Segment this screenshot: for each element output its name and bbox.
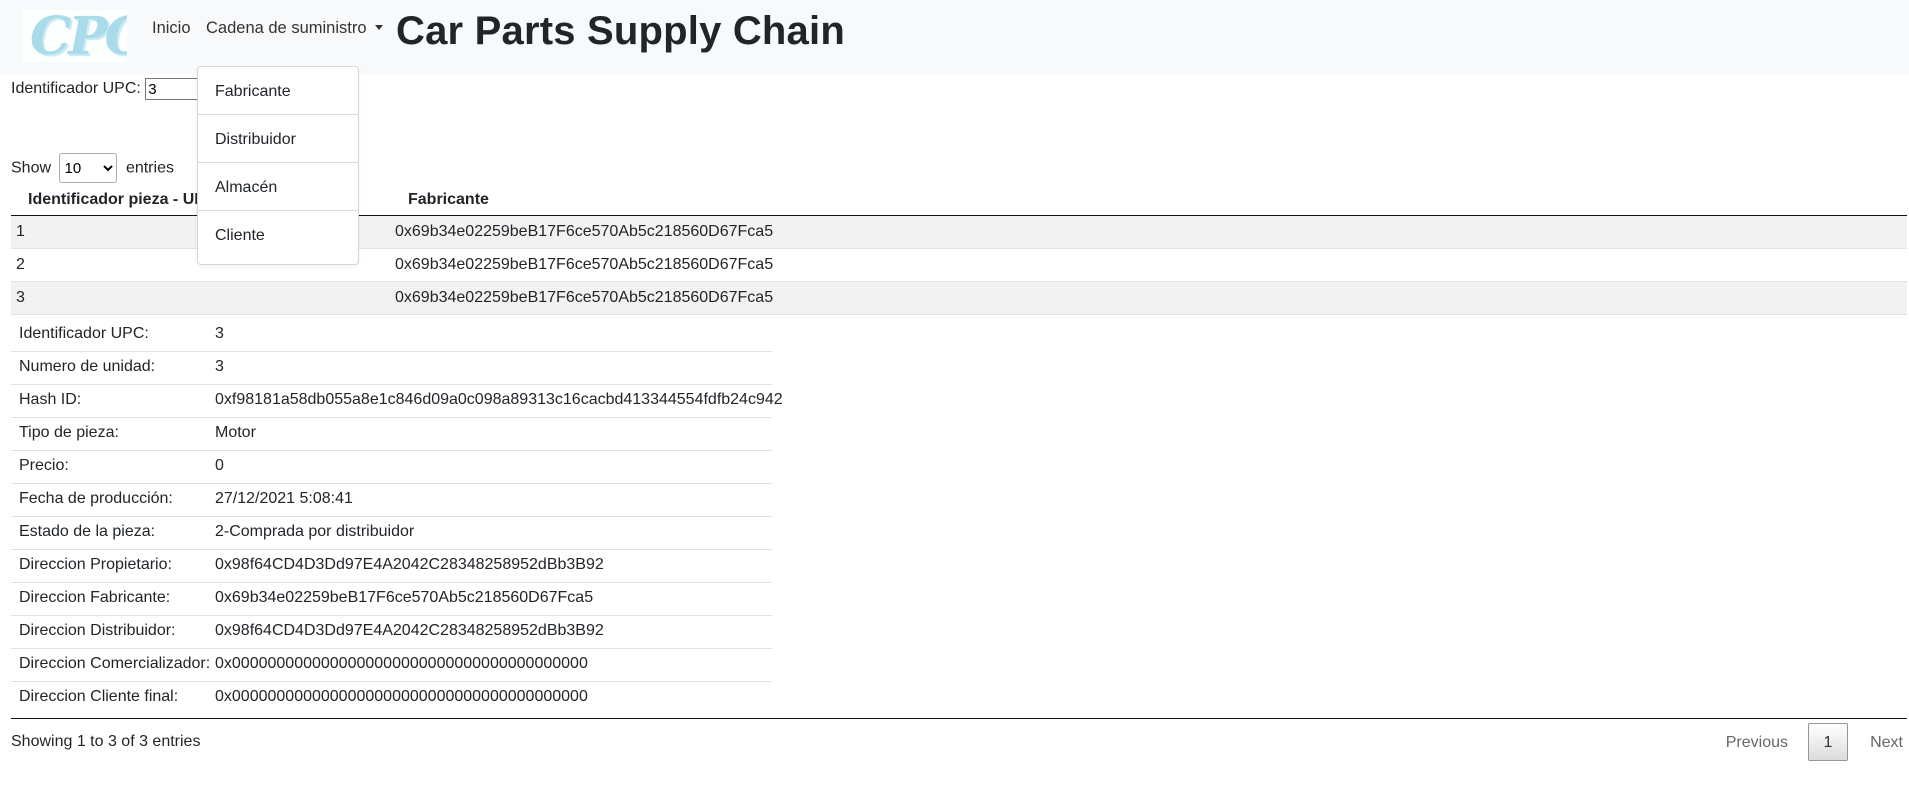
detail-value: 0x98f64CD4D3Dd97E4A2042C28348258952dBb3B…: [215, 622, 604, 639]
navbar: CPC Inicio Cadena de suministro Car Part…: [0, 0, 1909, 74]
table-bottom-border: [11, 718, 1907, 719]
column-header-fabricante[interactable]: Fabricante: [408, 191, 489, 209]
dropdown-item-fabricante[interactable]: Fabricante: [198, 67, 358, 115]
part-details: Identificador UPC: 3 Numero de unidad: 3 H…: [11, 319, 783, 714]
detail-label: Precio:: [19, 457, 69, 474]
detail-label: Fecha de producción:: [19, 490, 173, 507]
detail-label: Direccion Comercializador:: [19, 655, 211, 672]
detail-label: Direccion Distribuidor:: [19, 622, 176, 639]
cell-upc: 1: [16, 223, 25, 240]
table-row[interactable]: 3 0x69b34e02259beB17F6ce570Ab5c218560D67…: [11, 282, 1907, 315]
cell-fabricante: 0x69b34e02259beB17F6ce570Ab5c218560D67Fc…: [395, 289, 774, 306]
dropdown-item-distribuidor[interactable]: Distribuidor: [198, 115, 358, 163]
entries-label: entries: [125, 159, 174, 177]
nav-dropdown-label: Cadena de suministro: [206, 19, 367, 37]
supply-chain-dropdown-menu: Fabricante Distribuidor Almacén Cliente: [197, 66, 359, 265]
detail-row: Identificador UPC: 3: [11, 319, 772, 352]
show-label: Show: [11, 159, 52, 177]
page-size-select[interactable]: 10: [59, 153, 118, 183]
detail-row: Direccion Distribuidor: 0x98f64CD4D3Dd97E…: [11, 616, 772, 649]
column-header-upc[interactable]: Identificador pieza - UPC: [28, 191, 216, 209]
detail-row: Fecha de producción: 27/12/2021 5:08:41: [11, 484, 772, 517]
page-title: Car Parts Supply Chain: [396, 9, 845, 53]
detail-row: Estado de la pieza: 2-Comprada por distri…: [11, 517, 772, 550]
detail-value: 0x00000000000000000000000000000000000000…: [215, 655, 588, 672]
detail-label: Identificador UPC:: [19, 325, 149, 342]
detail-label: Hash ID:: [19, 391, 82, 408]
detail-row: Numero de unidad: 3: [11, 352, 772, 385]
page-1-button[interactable]: 1: [1808, 723, 1848, 761]
detail-row: Direccion Fabricante: 0x69b34e02259beB17F…: [11, 583, 772, 616]
detail-row: Precio: 0: [11, 451, 772, 484]
detail-value: 2-Comprada por distribuidor: [215, 523, 415, 540]
detail-label: Estado de la pieza:: [19, 523, 156, 540]
nav-dropdown-cadena-de-suministro[interactable]: Cadena de suministro: [206, 19, 383, 38]
detail-value: 0xf98181a58db055a8e1c846d09a0c098a89313c…: [215, 391, 783, 408]
caret-down-icon: [374, 25, 383, 30]
logo[interactable]: CPC: [22, 10, 127, 62]
detail-value: 0x69b34e02259beB17F6ce570Ab5c218560D67Fc…: [215, 589, 594, 606]
detail-label: Tipo de pieza:: [19, 424, 119, 441]
detail-value: 3: [215, 358, 224, 375]
detail-value: 3: [215, 325, 224, 342]
detail-value: 0: [215, 457, 224, 474]
logo-text: CPC: [30, 10, 127, 62]
dropdown-item-cliente[interactable]: Cliente: [198, 211, 358, 259]
next-button[interactable]: Next: [1870, 734, 1903, 752]
detail-row: Direccion Propietario: 0x98f64CD4D3Dd97E4…: [11, 550, 772, 583]
detail-row: Tipo de pieza: Motor: [11, 418, 772, 451]
upc-label: Identificador UPC:: [11, 80, 141, 97]
nav-link-inicio[interactable]: Inicio: [152, 19, 191, 38]
table-info: Showing 1 to 3 of 3 entries: [11, 733, 201, 750]
detail-value: Motor: [215, 424, 256, 441]
detail-row: Hash ID: 0xf98181a58db055a8e1c846d09a0c09…: [11, 385, 783, 418]
upc-search: Identificador UPC:: [11, 78, 208, 100]
cell-upc: 2: [16, 256, 25, 273]
detail-value: 0x98f64CD4D3Dd97E4A2042C28348258952dBb3B…: [215, 556, 604, 573]
entries-length-control: Show 10 entries: [11, 153, 174, 183]
detail-label: Direccion Cliente final:: [19, 688, 179, 705]
detail-row: Direccion Cliente final: 0x00000000000000…: [11, 682, 772, 714]
cell-upc: 3: [16, 289, 25, 306]
dropdown-item-almacen[interactable]: Almacén: [198, 163, 358, 211]
previous-button[interactable]: Previous: [1726, 734, 1788, 752]
detail-label: Numero de unidad:: [19, 358, 156, 375]
detail-label: Direccion Propietario:: [19, 556, 172, 573]
detail-label: Direccion Fabricante:: [19, 589, 171, 606]
detail-row: Direccion Comercializador: 0x000000000000…: [11, 649, 772, 682]
pagination: Previous 1 Next: [1709, 723, 1909, 761]
detail-value: 0x00000000000000000000000000000000000000…: [215, 688, 588, 705]
cell-fabricante: 0x69b34e02259beB17F6ce570Ab5c218560D67Fc…: [395, 223, 774, 240]
cell-fabricante: 0x69b34e02259beB17F6ce570Ab5c218560D67Fc…: [395, 256, 774, 273]
detail-value: 27/12/2021 5:08:41: [215, 490, 353, 507]
